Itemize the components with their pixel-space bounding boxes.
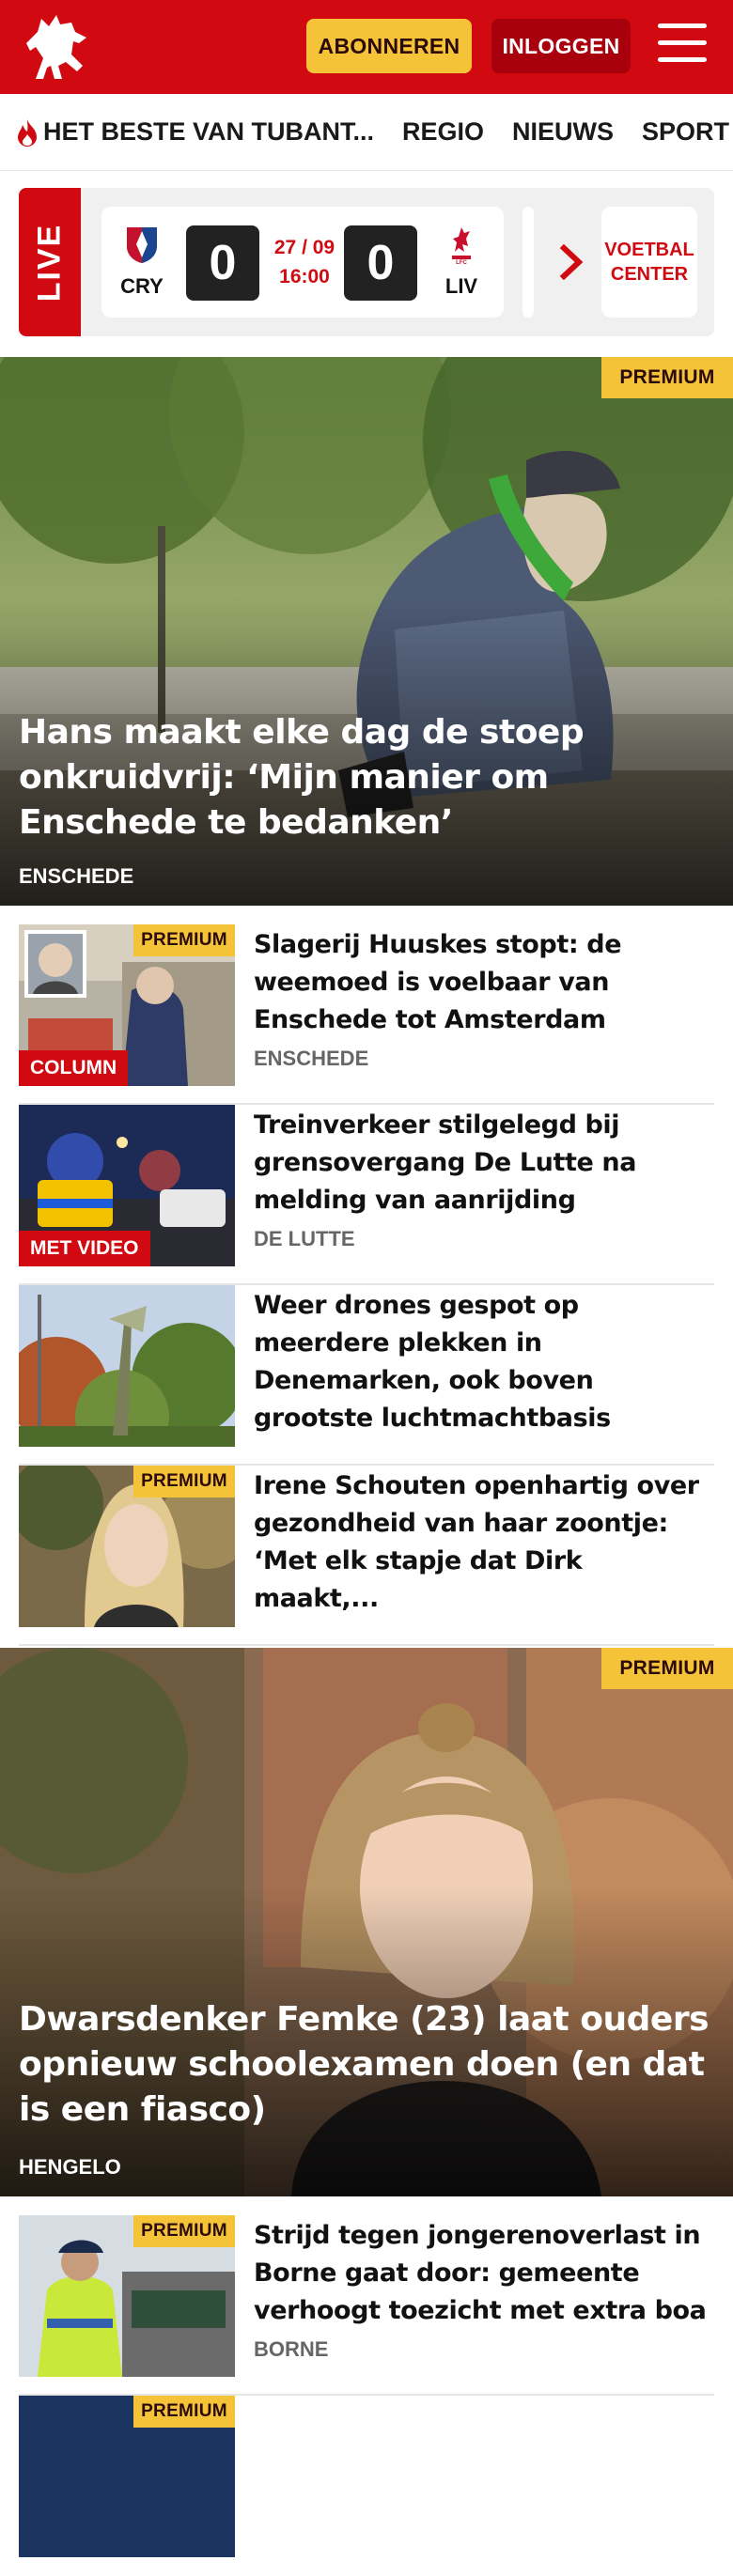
- list-item[interactable]: Weer drones gespot op meerdere plekken i…: [19, 1285, 714, 1466]
- away-score: 0: [344, 225, 417, 301]
- premium-badge: PREMIUM: [133, 924, 235, 956]
- article-thumbnail: MET VIDEO: [19, 1105, 235, 1266]
- premium-badge: PREMIUM: [133, 1466, 235, 1497]
- hero-title[interactable]: Hans maakt elke dag de stoep onkruidvrij…: [19, 710, 716, 846]
- article-location: BORNE: [254, 2337, 329, 2361]
- hamburger-menu-icon[interactable]: [658, 23, 707, 67]
- away-team-code: LIV: [444, 274, 478, 298]
- article-thumbnail: PREMIUM COLUMN: [19, 924, 235, 1086]
- premium-badge: PREMIUM: [601, 357, 733, 398]
- article-thumbnail: PREMIUM: [19, 1466, 235, 1627]
- article-location: ENSCHEDE: [254, 1047, 369, 1070]
- svg-text:LFC: LFC: [456, 260, 467, 265]
- nav-item-label: HET BESTE VAN TUBANT...: [43, 117, 375, 146]
- nav-item-sport[interactable]: SPORT: [642, 117, 729, 147]
- article-title[interactable]: Irene Schouten openhartig over gezondhei…: [254, 1467, 714, 1618]
- subscribe-button[interactable]: ABONNEREN: [306, 19, 472, 73]
- list-item[interactable]: PREMIUM COLUMN Slagerij Huuskes stopt: d…: [19, 924, 714, 1105]
- premium-badge: PREMIUM: [133, 2215, 235, 2247]
- column-tag: COLUMN: [19, 1050, 129, 1086]
- top-bar: ABONNEREN INLOGGEN: [0, 0, 733, 94]
- article-title[interactable]: Weer drones gespot op meerdere plekken i…: [254, 1287, 714, 1437]
- match-datetime: 27 / 09 16:00: [273, 237, 335, 287]
- nav-item-nieuws[interactable]: NIEUWS: [512, 117, 614, 147]
- away-team: LFC LIV: [430, 224, 492, 299]
- article-title[interactable]: Slagerij Huuskes stopt: de weemoed is vo…: [254, 926, 714, 1039]
- thumbnail-image-radar-trees: [19, 1285, 235, 1447]
- voetbal-center-button[interactable]: VOETBAL CENTER: [601, 207, 697, 318]
- hero-article[interactable]: PREMIUM Dwarsdenker Femke (23) laat oude…: [0, 1648, 733, 2196]
- list-item[interactable]: PREMIUM Irene Schouten openhartig over g…: [19, 1466, 714, 1646]
- home-team: CRY: [111, 224, 173, 299]
- list-item[interactable]: PREMIUM Strijd tegen jongerenoverlast in…: [19, 2215, 714, 2396]
- chevron-right-icon[interactable]: [558, 244, 585, 280]
- article-thumbnail: [19, 1285, 235, 1447]
- liverpool-crest-icon: LFC: [452, 227, 471, 266]
- list-item[interactable]: PREMIUM: [19, 2396, 714, 2576]
- nav-item-regio[interactable]: REGIO: [402, 117, 484, 147]
- article-title[interactable]: Strijd tegen jongerenoverlast in Borne g…: [254, 2217, 714, 2330]
- article-title[interactable]: Treinverkeer stilgelegd bij grensovergan…: [254, 1107, 714, 1219]
- crystal-palace-crest-icon: [127, 227, 157, 263]
- hero-location: HENGELO: [19, 2155, 121, 2179]
- video-tag: MET VIDEO: [19, 1231, 150, 1266]
- login-button[interactable]: INLOGGEN: [491, 19, 631, 73]
- home-team-code: CRY: [120, 274, 164, 298]
- match-card[interactable]: CRY 0 27 / 09 16:00 0 LFC LIV: [101, 207, 504, 318]
- next-match-card-edge: [522, 207, 534, 318]
- nav-item-best-of[interactable]: HET BESTE VAN TUBANT...: [15, 117, 374, 147]
- home-score: 0: [186, 225, 259, 301]
- article-location: DE LUTTE: [254, 1227, 355, 1250]
- live-label: LIVE: [19, 188, 81, 336]
- flame-icon: [18, 118, 37, 147]
- live-score-ticker: LIVE CRY 0 27 / 09 16:00 0 LFC LIV VOETB…: [19, 188, 714, 336]
- premium-badge: PREMIUM: [133, 2396, 235, 2428]
- article-thumbnail: PREMIUM: [19, 2396, 235, 2557]
- premium-badge: PREMIUM: [601, 1648, 733, 1689]
- article-thumbnail: PREMIUM: [19, 2215, 235, 2377]
- main-navigation: HET BESTE VAN TUBANT... REGIO NIEUWS SPO…: [0, 94, 733, 171]
- hero-location: ENSCHEDE: [19, 864, 134, 888]
- hero-article[interactable]: PREMIUM Hans maakt elke dag de stoep onk…: [0, 357, 733, 906]
- hero-title[interactable]: Dwarsdenker Femke (23) laat ouders opnie…: [19, 1997, 716, 2133]
- tubantia-horse-logo[interactable]: [17, 9, 98, 85]
- list-item[interactable]: MET VIDEO Treinverkeer stilgelegd bij gr…: [19, 1105, 714, 1285]
